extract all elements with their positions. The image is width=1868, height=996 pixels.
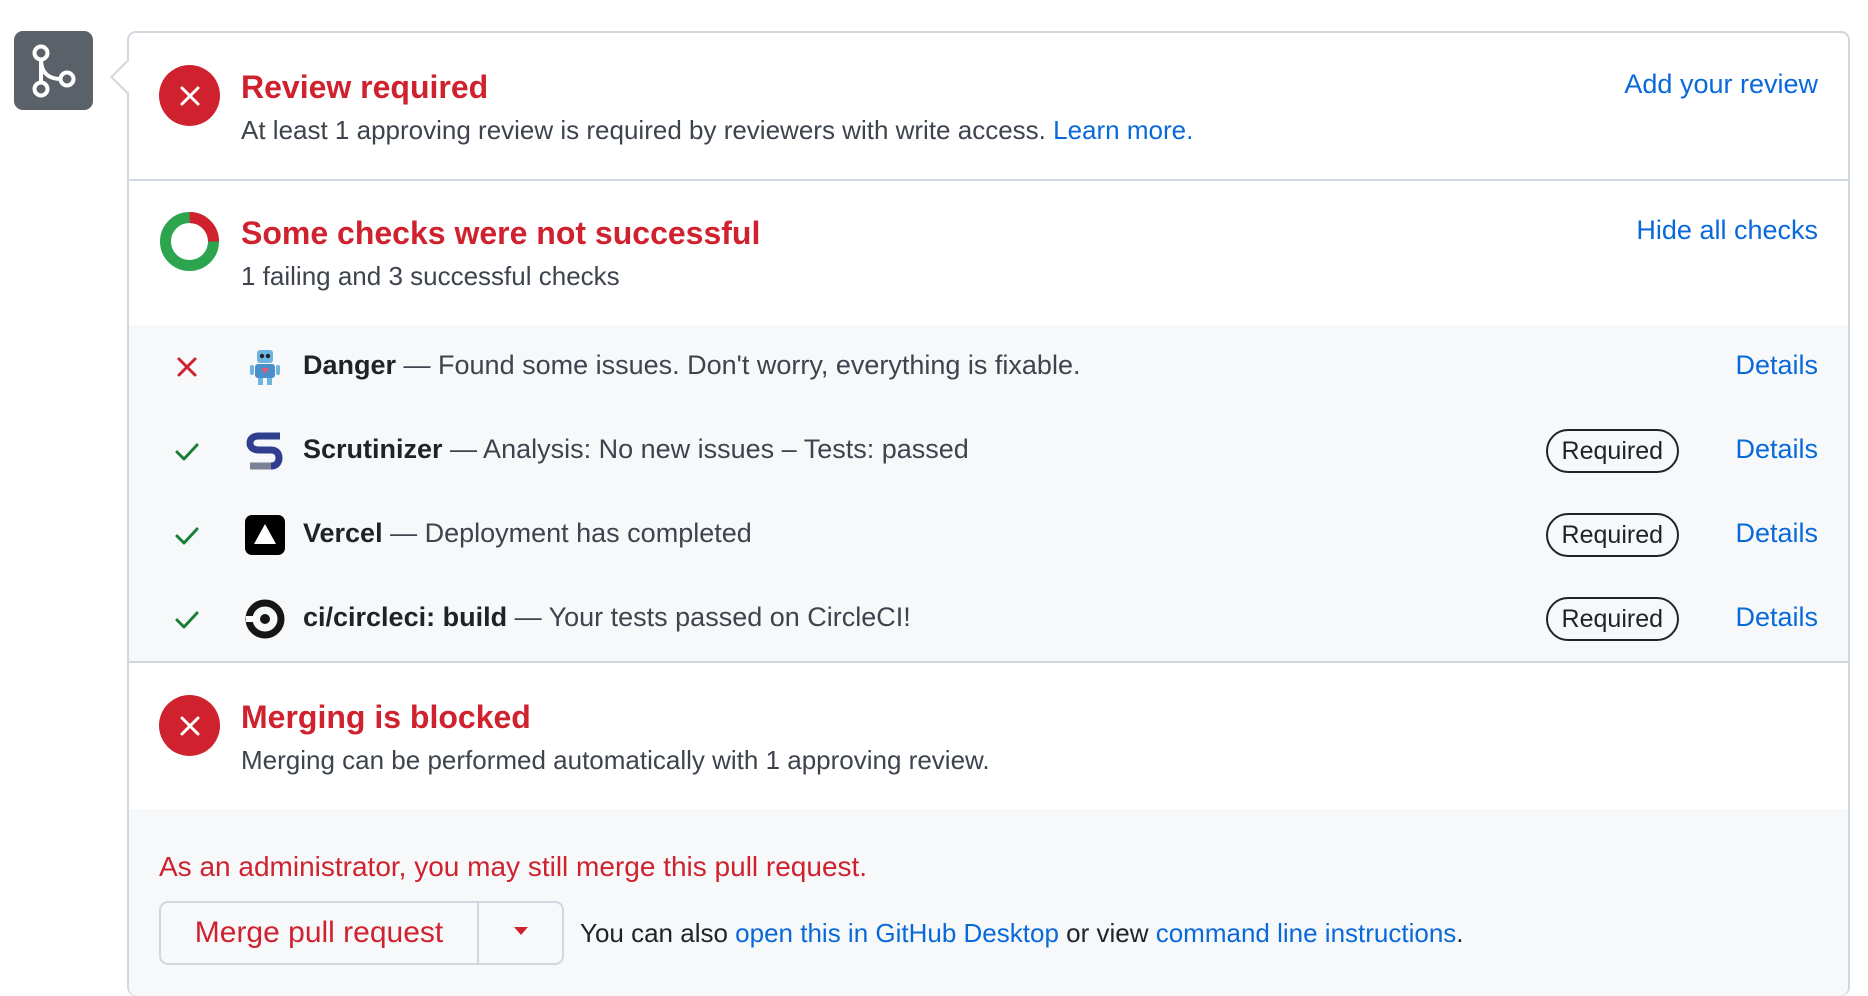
add-review-link[interactable]: Add your review: [1624, 69, 1818, 100]
learn-more-link[interactable]: Learn more.: [1053, 115, 1193, 145]
caret-down-icon: [512, 924, 530, 942]
check-icon: [173, 437, 201, 465]
check-description: ci/circleci: build — Your tests passed o…: [303, 602, 911, 633]
required-badge: Required: [1545, 513, 1679, 557]
x-icon: [173, 353, 201, 381]
check-name: ci/circleci: build: [303, 602, 508, 632]
danger-robot-icon: [244, 346, 286, 388]
merge-box: Review required At least 1 approving rev…: [127, 31, 1850, 996]
check-description: Danger — Found some issues. Don't worry,…: [303, 350, 1080, 381]
admin-merge-section: As an administrator, you may still merge…: [129, 809, 1848, 996]
check-name: Vercel: [303, 518, 383, 548]
merge-hint: You can also open this in GitHub Desktop…: [580, 918, 1464, 949]
review-section: Review required At least 1 approving rev…: [129, 33, 1848, 181]
merge-blocked-subtitle: Merging can be performed automatically w…: [241, 745, 990, 775]
check-detail-text: — Found some issues. Don't worry, everyt…: [396, 350, 1081, 380]
hide-all-checks-link[interactable]: Hide all checks: [1636, 215, 1818, 246]
merge-options-dropdown[interactable]: [479, 903, 562, 963]
command-line-instructions-link[interactable]: command line instructions: [1156, 918, 1457, 948]
check-row: Scrutinizer — Analysis: No new issues – …: [129, 409, 1848, 495]
check-row: ci/circleci: build — Your tests passed o…: [129, 577, 1848, 663]
merge-blocked-section: Merging is blocked Merging can be perfor…: [129, 663, 1848, 811]
check-detail-text: — Analysis: No new issues – Tests: passe…: [442, 434, 969, 464]
check-description: Scrutinizer — Analysis: No new issues – …: [303, 434, 969, 465]
scrutinizer-logo-icon: [244, 430, 286, 472]
details-link[interactable]: Details: [1735, 350, 1818, 381]
review-subtitle-text: At least 1 approving review is required …: [241, 115, 1046, 145]
details-link[interactable]: Details: [1735, 518, 1818, 549]
circleci-logo-icon: [244, 598, 286, 640]
hint-prefix: You can also: [580, 918, 736, 948]
checks-title: Some checks were not successful: [241, 215, 761, 251]
vercel-logo-icon: [244, 514, 286, 556]
hint-suffix: .: [1456, 918, 1464, 948]
required-badge: Required: [1545, 429, 1679, 473]
review-title: Review required: [241, 69, 489, 105]
details-link[interactable]: Details: [1735, 434, 1818, 465]
review-subtitle: At least 1 approving review is required …: [241, 115, 1193, 146]
github-desktop-link[interactable]: open this in GitHub Desktop: [735, 918, 1059, 948]
check-row: Danger — Found some issues. Don't worry,…: [129, 325, 1848, 411]
checks-subtitle: 1 failing and 3 successful checks: [241, 261, 620, 291]
merge-button-group: Merge pull request: [159, 901, 564, 965]
admin-notice: As an administrator, you may still merge…: [159, 851, 868, 882]
check-icon: [173, 521, 201, 549]
checks-section: Some checks were not successful 1 failin…: [129, 179, 1848, 327]
check-name: Scrutinizer: [303, 434, 443, 464]
check-detail-text: — Deployment has completed: [382, 518, 752, 548]
merge-blocked-title: Merging is blocked: [241, 699, 531, 735]
check-detail-text: — Your tests passed on CircleCI!: [507, 602, 911, 632]
check-row: Vercel — Deployment has completed Requir…: [129, 493, 1848, 579]
x-circle-icon: [159, 695, 220, 756]
x-circle-icon: [159, 65, 220, 126]
details-link[interactable]: Details: [1735, 602, 1818, 633]
check-icon: [173, 605, 201, 633]
check-name: Danger: [303, 350, 397, 380]
checks-status-ring-icon: [159, 211, 220, 272]
check-description: Vercel — Deployment has completed: [303, 518, 752, 549]
hint-middle: or view: [1058, 918, 1156, 948]
merge-pull-request-button[interactable]: Merge pull request: [161, 903, 479, 963]
git-merge-icon: [14, 31, 93, 110]
required-badge: Required: [1545, 597, 1679, 641]
